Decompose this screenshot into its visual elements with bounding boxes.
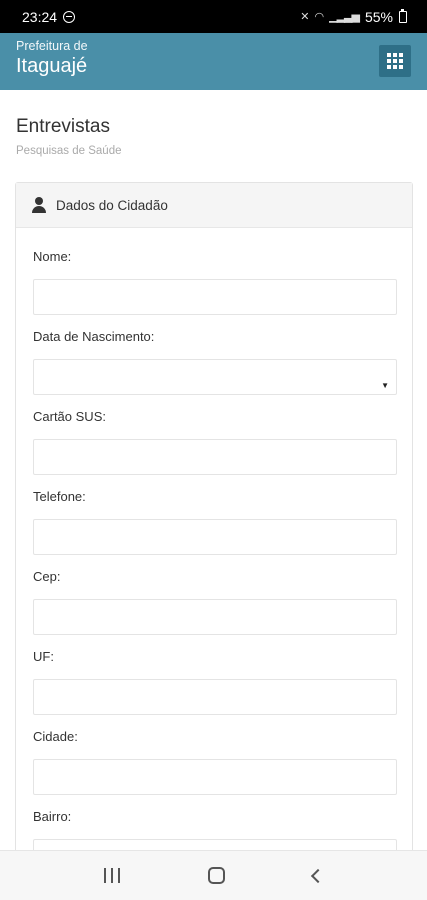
- menu-grid-button[interactable]: [379, 45, 411, 77]
- phone-input[interactable]: [33, 519, 397, 555]
- app-header: Prefeitura de Itaguajé: [0, 33, 427, 90]
- sus-card-input[interactable]: [33, 439, 397, 475]
- field-cartao-sus: Cartão SUS:: [33, 409, 397, 475]
- panel-heading-label: Dados do Cidadão: [56, 197, 168, 213]
- name-input[interactable]: [33, 279, 397, 315]
- home-icon[interactable]: [208, 867, 225, 884]
- wifi-icon: ◠: [314, 11, 325, 23]
- uf-input[interactable]: [33, 679, 397, 715]
- caret-down-icon: ▼: [381, 381, 389, 390]
- field-label: Nome:: [33, 249, 72, 264]
- status-bar: 23:24 ✕ ◠ ▁▂▃▅ 55%: [0, 0, 427, 33]
- grid-icon: [387, 53, 391, 57]
- panel-heading: Dados do Cidadão: [16, 183, 412, 228]
- field-label: Cep:: [33, 569, 61, 584]
- back-icon[interactable]: [310, 868, 326, 883]
- page-subtitle: Pesquisas de Saúde: [16, 145, 122, 157]
- field-label: Bairro:: [33, 809, 72, 824]
- recents-icon[interactable]: [104, 868, 120, 883]
- field-label: UF:: [33, 649, 54, 664]
- field-nome: Nome:: [33, 249, 397, 315]
- field-data-nascimento: Data de Nascimento: ▼: [33, 329, 397, 395]
- status-right: ✕ ◠ ▁▂▃▅ 55%: [300, 8, 407, 25]
- mute-icon: ✕: [300, 11, 309, 23]
- battery-percent: 55%: [364, 8, 393, 25]
- city-input[interactable]: [33, 759, 397, 795]
- status-left: 23:24: [22, 8, 76, 25]
- cep-input[interactable]: [33, 599, 397, 635]
- field-telefone: Telefone:: [33, 489, 397, 555]
- status-time: 23:24: [22, 8, 58, 25]
- signal-icon: ▁▂▃▅: [329, 11, 360, 23]
- field-cidade: Cidade:: [33, 729, 397, 795]
- field-label: Telefone:: [33, 489, 86, 504]
- birthdate-select-wrap: ▼: [33, 359, 397, 395]
- field-label: Cartão SUS:: [33, 409, 106, 424]
- page-title: Entrevistas: [16, 116, 110, 137]
- citizen-data-panel: Dados do Cidadão Nome: Data de Nasciment…: [15, 182, 413, 900]
- app-header-subtitle: Prefeitura de: [16, 39, 88, 53]
- battery-icon: [399, 8, 407, 23]
- field-cep: Cep:: [33, 569, 397, 635]
- field-label: Cidade:: [33, 729, 78, 744]
- field-uf: UF:: [33, 649, 397, 715]
- system-nav-bar: [0, 850, 427, 900]
- birthdate-select[interactable]: [33, 359, 397, 395]
- do-not-disturb-icon: [63, 10, 76, 23]
- user-icon: [32, 197, 46, 213]
- app-header-title: Itaguajé: [16, 55, 88, 77]
- field-label: Data de Nascimento:: [33, 329, 155, 344]
